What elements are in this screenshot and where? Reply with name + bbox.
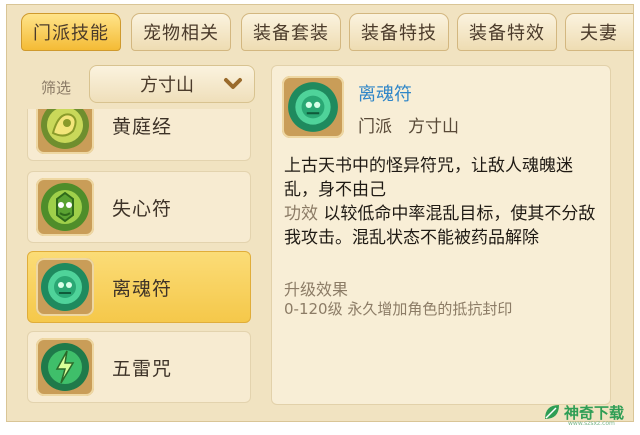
skill-item-huangtingjing[interactable]: 黄庭经	[27, 109, 251, 161]
skill-item-wuleizhou[interactable]: 五雷咒	[27, 331, 251, 403]
tab-couple[interactable]: 夫妻	[565, 13, 633, 51]
skill-icon-frame	[36, 258, 94, 316]
effect-label: 功效	[284, 204, 318, 224]
detail-description: 上古天书中的怪异符咒，让敌人魂魄迷乱，身不由己 功效 以较低命中率混乱目标，使其…	[284, 154, 606, 250]
wuleizhou-skill-icon	[41, 343, 89, 391]
skill-name: 失心符	[112, 198, 173, 220]
tab-equipment-effects[interactable]: 装备特效	[457, 13, 557, 51]
tab-bar: 门派技能 宠物相关 装备套装 装备特技 装备特效 夫妻	[7, 5, 633, 55]
skill-name: 五雷咒	[112, 358, 173, 380]
skill-list[interactable]: 黄庭经 失心符 离魂符 五雷咒	[21, 109, 257, 419]
skill-detail-panel: 离魂符 门派 方寸山 上古天书中的怪异符咒，让敌人魂魄迷乱，身不由己 功效 以较…	[271, 65, 611, 405]
filter-label: 筛选	[41, 79, 72, 97]
huangtingjing-skill-icon	[41, 109, 89, 149]
skill-icon-frame	[36, 338, 94, 396]
skill-name: 黄庭经	[112, 116, 173, 138]
tab-equipment-sets[interactable]: 装备套装	[241, 13, 341, 51]
skill-icon-frame	[36, 109, 94, 154]
shixinfu-skill-icon	[41, 183, 89, 231]
sect-filter-dropdown[interactable]: 方寸山	[89, 65, 255, 103]
skill-description-text: 上古天书中的怪异符咒，让敌人魂魄迷乱，身不由己	[284, 156, 573, 200]
upgrade-text: 0-120级 永久增加角色的抵抗封印	[284, 300, 513, 318]
skill-window: 门派技能 宠物相关 装备套装 装备特技 装备特效 夫妻 筛选 方寸山 黄庭经 失…	[6, 4, 634, 422]
skill-icon-frame	[36, 178, 94, 236]
effect-text: 以较低命中率混乱目标，使其不分敌我攻击。混乱状态不能被药品解除	[284, 204, 596, 248]
leaf-logo-icon	[545, 405, 559, 419]
tab-pet[interactable]: 宠物相关	[131, 13, 231, 51]
detail-sect-value: 方寸山	[408, 117, 459, 137]
skill-item-lihunfu[interactable]: 离魂符	[27, 251, 251, 323]
site-watermark: 神奇下载 www.szsxz.com	[540, 402, 636, 427]
skill-name: 离魂符	[112, 278, 173, 300]
detail-sect-label: 门派	[358, 117, 392, 137]
skill-item-shixinfu[interactable]: 失心符	[27, 171, 251, 243]
lihunfu-skill-icon	[288, 82, 338, 132]
sect-filter-value: 方寸山	[140, 75, 194, 96]
watermark-url: www.szsxz.com	[568, 420, 615, 427]
tab-equipment-special-skills[interactable]: 装备特技	[349, 13, 449, 51]
detail-skill-name: 离魂符	[358, 84, 412, 105]
detail-icon-frame	[282, 76, 344, 138]
tab-sect-skills[interactable]: 门派技能	[21, 13, 121, 51]
lihunfu-skill-icon	[41, 263, 89, 311]
chevron-down-icon	[224, 78, 242, 89]
upgrade-title: 升级效果	[284, 280, 349, 299]
